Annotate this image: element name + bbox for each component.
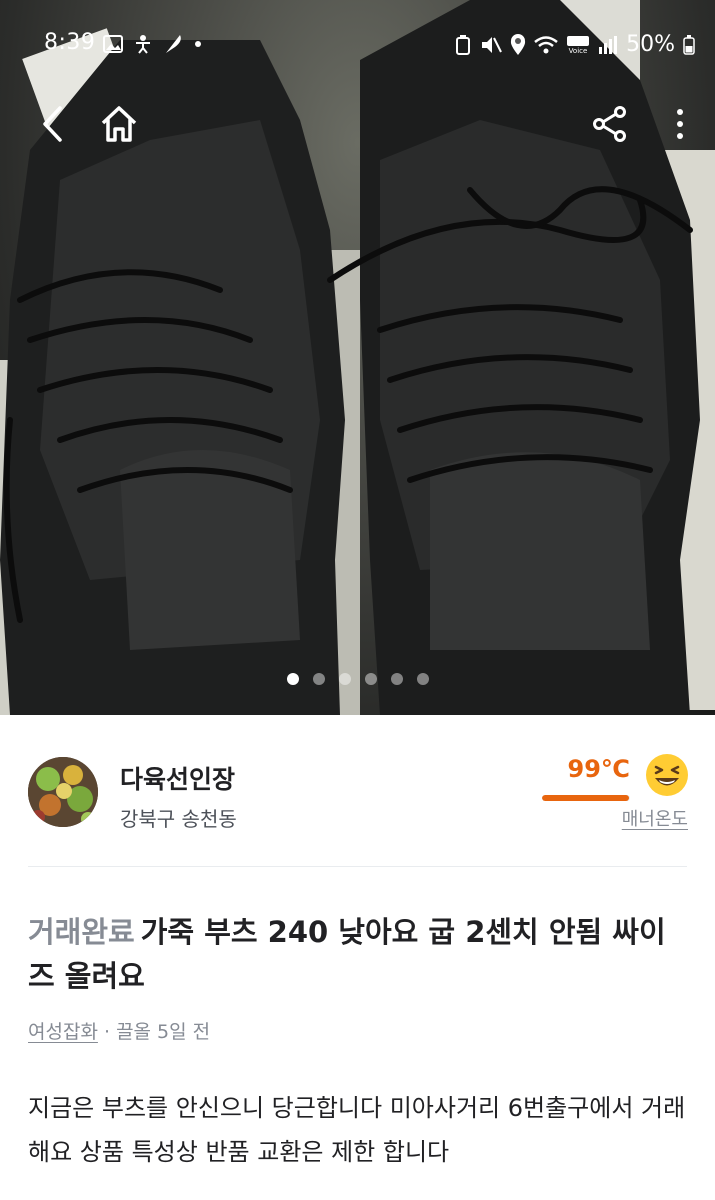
hd-voice-icon: Voice [567, 35, 590, 55]
carousel-dot[interactable] [312, 673, 325, 685]
carousel-dot[interactable] [390, 673, 403, 685]
category-link[interactable]: 여성잡화 [28, 1021, 98, 1043]
carousel-indicator [0, 673, 715, 685]
carousel-dot[interactable] [416, 673, 429, 685]
post-description: 지금은 부츠를 안신으니 당근합니다 미아사거리 6번출구에서 거래해요 상품 … [28, 1094, 686, 1166]
manner-temperature: 99℃ [530, 755, 630, 801]
avatar[interactable] [28, 757, 98, 827]
post-title: 거래완료 가죽 부츠 240 낮아요 굽 2센치 안됨 싸이즈 올려요 [28, 910, 688, 998]
accessibility-icon [136, 35, 150, 54]
battery-icon [683, 34, 695, 55]
product-image[interactable]: 8:39 Voice 50% [0, 0, 715, 715]
battery-percent: 50% [626, 32, 675, 57]
carousel-dot[interactable] [364, 673, 377, 685]
carousel-dot[interactable] [338, 673, 351, 685]
status-bar: 8:39 Voice 50% [0, 0, 715, 90]
seller-profile[interactable]: 다육선인장 강북구 송천동 99℃ 매너온도 [0, 715, 715, 867]
share-button[interactable] [585, 100, 635, 148]
succulent-avatar-image [28, 757, 98, 827]
laughing-face-icon [646, 754, 688, 796]
manner-temperature-label[interactable]: 매너온도 [622, 805, 688, 831]
carousel-dot[interactable] [286, 673, 299, 685]
manner-temperature-value: 99℃ [567, 755, 630, 783]
manner-temperature-fill [542, 795, 630, 801]
wifi-icon [534, 35, 558, 53]
trade-status-badge: 거래완료 [28, 915, 135, 949]
back-button[interactable] [28, 100, 78, 148]
home-button[interactable] [94, 100, 144, 148]
chevron-left-icon [43, 106, 62, 142]
more-vertical-icon [677, 109, 683, 139]
signal-icon [599, 35, 618, 54]
home-icon [101, 106, 137, 142]
gallery-icon [103, 35, 123, 53]
seller-nickname[interactable]: 다육선인장 [120, 760, 235, 796]
manner-temperature-bar [542, 795, 630, 801]
meta-separator: · [103, 1021, 111, 1043]
seller-location: 강북구 송천동 [120, 807, 237, 831]
post-time: 끌올 5일 전 [116, 1021, 211, 1043]
location-icon [510, 33, 526, 55]
post-meta: 여성잡화 · 끌올 5일 전 [28, 1017, 210, 1044]
more-menu-button[interactable] [655, 100, 705, 148]
divider [28, 866, 687, 867]
dot-icon [195, 41, 201, 47]
recycle-icon [456, 34, 471, 55]
feather-icon [166, 35, 181, 53]
mute-icon [482, 36, 502, 53]
share-icon [593, 106, 626, 142]
status-time: 8:39 [44, 30, 96, 55]
svg-text:Voice: Voice [569, 47, 588, 55]
